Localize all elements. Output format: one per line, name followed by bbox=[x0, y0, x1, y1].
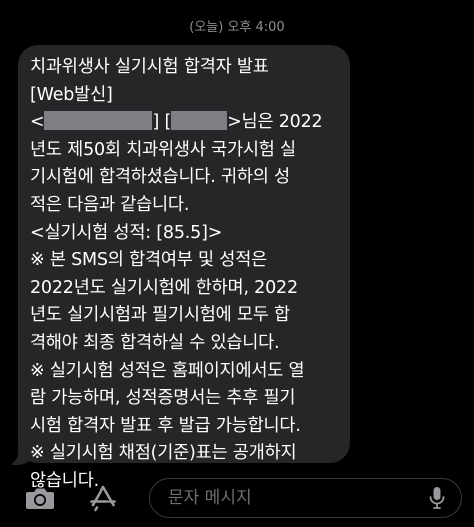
message-line: 격해야 최종 합격하실 수 있습니다. bbox=[30, 332, 280, 353]
redacted-name bbox=[44, 111, 153, 131]
app-store-icon bbox=[90, 485, 116, 512]
message-line: 기시험에 합격하셨습니다. 귀하의 성 bbox=[30, 167, 290, 188]
message-bubble-wrapper: 치과위생사 실기시험 합격자 발표 [Web발신] < ] [ >님은 2022 년… bbox=[4, 45, 350, 491]
messages-screen: (오늘) 오후 4:00 치과위생사 실기시험 합격자 발표 [Web발신] <… bbox=[0, 0, 474, 527]
message-line: ※ 본 SMS의 합격여부 및 성적은 bbox=[30, 250, 267, 271]
message-line: 년도 실기시험과 필기시험에 모두 합 bbox=[30, 305, 290, 326]
message-line: ※ 실기시험 성적은 홈페이지에서도 열 bbox=[30, 360, 305, 381]
camera-icon bbox=[26, 488, 54, 509]
dictation-button[interactable] bbox=[425, 485, 449, 511]
composer-bar bbox=[0, 474, 474, 524]
score-line: <실기시험 성적: [85.5]> bbox=[30, 222, 223, 243]
greeting-mid: ] [ bbox=[152, 112, 172, 133]
camera-button[interactable] bbox=[20, 478, 60, 518]
app-store-button[interactable] bbox=[83, 478, 123, 518]
message-line: ※ 실기시험 채점(기준)표는 공개하지 bbox=[30, 443, 297, 464]
message-line: 년도 제50회 치과위생사 국가시험 실 bbox=[30, 139, 296, 160]
received-message-bubble[interactable]: 치과위생사 실기시험 합격자 발표 [Web발신] < ] [ >님은 2022 년… bbox=[18, 45, 350, 491]
message-line: [Web발신] bbox=[30, 84, 113, 105]
greeting-close: >님은 2022 bbox=[227, 112, 323, 133]
message-input[interactable] bbox=[168, 479, 408, 516]
message-title: 치과위생사 실기시험 합격자 발표 bbox=[30, 57, 269, 77]
redacted-id bbox=[171, 111, 228, 131]
message-timestamp: (오늘) 오후 4:00 bbox=[189, 20, 285, 35]
greeting-open: < bbox=[30, 112, 45, 133]
message-input-container[interactable] bbox=[149, 478, 462, 518]
message-line: 람 가능하며, 성적증명서는 추후 필기 bbox=[30, 388, 296, 409]
message-line: 적은 다음과 같습니다. bbox=[30, 194, 190, 215]
microphone-icon bbox=[429, 487, 445, 509]
message-greeting-line: < ] [ >님은 2022 bbox=[30, 109, 338, 137]
message-line: 2022년도 실기시험에 한하며, 2022 bbox=[30, 277, 298, 298]
message-line: 시험 합격자 발표 후 발급 가능합니다. bbox=[30, 415, 301, 436]
